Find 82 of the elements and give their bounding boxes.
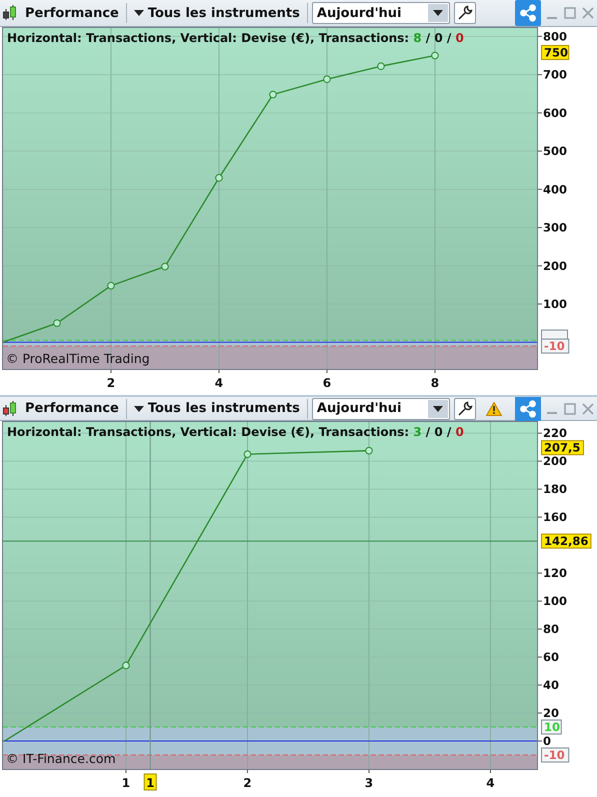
y-axis-label: 100 xyxy=(543,297,568,311)
period-select[interactable]: Aujourd'hui xyxy=(312,2,450,24)
ref-line-label: 1 xyxy=(146,776,154,790)
caret-icon xyxy=(432,10,443,16)
wrench-button[interactable] xyxy=(454,398,476,420)
y-axis-label: 400 xyxy=(543,182,568,196)
chart-caption: Horizontal: Transactions, Vertical: Devise (€), Transactions: 3 / 0 / 0 xyxy=(7,425,464,439)
x-axis-label: 2 xyxy=(106,376,116,390)
warning-icon xyxy=(486,402,502,416)
maximize-icon xyxy=(564,7,576,19)
y-axis-label: 80 xyxy=(543,622,560,636)
y-axis-label: 60 xyxy=(543,650,560,664)
chart-caption: Horizontal: Transactions, Vertical: Devise (€), Transactions: 8 / 0 / 0 xyxy=(7,31,464,45)
ref-line-label: -10 xyxy=(544,748,565,762)
minimize-icon xyxy=(547,16,557,18)
maximize-icon xyxy=(564,402,576,414)
y-axis-label: 120 xyxy=(543,566,568,580)
share-icon xyxy=(519,4,537,22)
caret-icon xyxy=(134,10,144,16)
x-axis-label: 4 xyxy=(214,376,224,390)
data-point xyxy=(215,174,223,182)
data-point xyxy=(244,450,252,458)
x-axis-label: 8 xyxy=(430,376,440,390)
threshold-label: -10 xyxy=(541,748,570,762)
y-axis-label: 20 xyxy=(543,706,560,720)
cursor-value-label: 1 xyxy=(144,774,157,790)
x-axis-label: 4 xyxy=(486,776,495,790)
last-value-label: 750 xyxy=(541,45,570,60)
y-axis-label: 220 xyxy=(543,426,568,440)
y-axis-label: 200 xyxy=(543,258,568,273)
data-point xyxy=(269,90,277,98)
ref-line-label: 142,86 xyxy=(544,534,588,548)
caret-icon xyxy=(134,406,144,412)
share-button[interactable] xyxy=(515,0,541,26)
data-point xyxy=(365,446,373,454)
close-icon xyxy=(582,7,594,19)
last-value-label: 207,5 xyxy=(541,440,584,456)
y-axis-label: 40 xyxy=(543,678,560,692)
data-point xyxy=(122,662,130,670)
threshold-label: 10 xyxy=(541,720,562,735)
candlestick-icon xyxy=(2,4,18,22)
period-select[interactable]: Aujourd'hui xyxy=(312,398,450,420)
x-axis-label: 1 xyxy=(122,776,130,790)
share-icon xyxy=(519,400,537,418)
instruments-dropdown[interactable]: Tous les instruments xyxy=(130,2,303,24)
wrench-icon xyxy=(456,400,473,416)
wrench-icon xyxy=(456,5,473,21)
data-point xyxy=(53,319,61,327)
y-axis-label: 200 xyxy=(543,454,568,468)
y-axis-label: 0 xyxy=(543,734,552,748)
performance-button[interactable]: Performance xyxy=(22,2,122,24)
caret-icon xyxy=(432,406,443,412)
minimize-icon xyxy=(547,412,557,414)
x-axis-label: 2 xyxy=(243,776,252,790)
threshold-label: -10 xyxy=(541,338,570,354)
y-axis-label: 500 xyxy=(543,144,568,158)
data-point xyxy=(107,282,115,290)
y-axis-label: 800 xyxy=(543,29,568,44)
data-point xyxy=(431,52,439,60)
data-point xyxy=(323,75,331,84)
x-axis-label: 3 xyxy=(364,776,374,790)
level-value-label: 142,86 xyxy=(541,534,592,549)
y-axis-label: 700 xyxy=(543,68,568,82)
data-point xyxy=(161,262,169,270)
y-axis-label: 600 xyxy=(543,106,568,120)
threshold-label xyxy=(541,330,568,340)
share-button[interactable] xyxy=(515,397,541,422)
ref-line-label: -10 xyxy=(544,339,565,354)
ref-line-label: 10 xyxy=(544,720,560,734)
wrench-button[interactable] xyxy=(454,2,476,24)
performance-button[interactable]: Performance xyxy=(22,398,122,420)
copyright-text: © IT-Finance.com xyxy=(6,751,116,766)
copyright-text: © ProRealTime Trading xyxy=(6,351,150,366)
instruments-dropdown[interactable]: Tous les instruments xyxy=(130,398,303,420)
y-axis-label: 300 xyxy=(543,220,568,235)
x-axis-label: 6 xyxy=(322,376,332,390)
close-icon xyxy=(582,402,594,414)
y-axis-label: 160 xyxy=(543,510,568,524)
data-point xyxy=(377,62,385,70)
candlestick-icon xyxy=(2,400,18,418)
y-axis-label: 180 xyxy=(543,482,568,496)
y-axis-label: 100 xyxy=(543,594,568,608)
